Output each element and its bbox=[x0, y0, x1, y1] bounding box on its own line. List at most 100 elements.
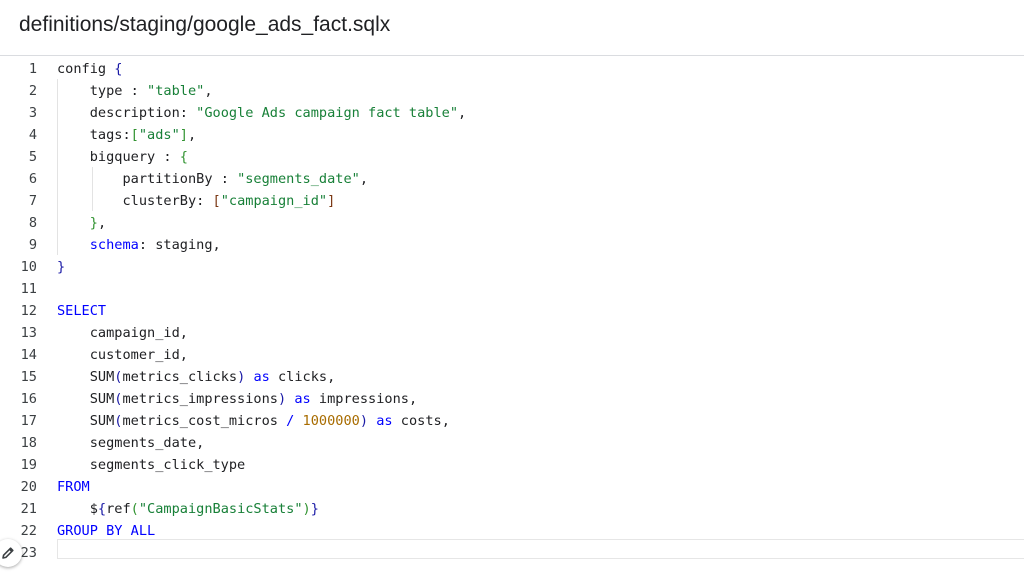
code-token: : bbox=[196, 193, 213, 209]
code-line[interactable]: 5 bigquery : { bbox=[0, 146, 1024, 168]
code-token: segments_click_type bbox=[57, 457, 246, 473]
code-token: config bbox=[57, 61, 115, 77]
code-token: as bbox=[294, 391, 311, 407]
code-line[interactable]: 23 bbox=[0, 542, 1024, 564]
code-token: SUM bbox=[57, 413, 115, 429]
line-number: 19 bbox=[20, 457, 37, 473]
code-token: , bbox=[204, 83, 213, 99]
line-number: 8 bbox=[28, 215, 37, 231]
code-line[interactable]: 6 partitionBy : "segments_date", bbox=[0, 168, 1024, 190]
line-number: 16 bbox=[20, 391, 37, 407]
code-token: "campaign_id" bbox=[220, 193, 328, 209]
line-number: 4 bbox=[28, 127, 37, 143]
line-number: 1 bbox=[28, 61, 37, 77]
code-token: : bbox=[220, 171, 238, 187]
code-token: ] bbox=[179, 127, 188, 143]
code-token: SELECT bbox=[57, 303, 107, 319]
code-token: } bbox=[57, 259, 66, 275]
line-number: 20 bbox=[20, 479, 37, 495]
line-number: 12 bbox=[20, 303, 37, 319]
line-number: 10 bbox=[20, 259, 37, 275]
code-text: GROUP BY ALL bbox=[57, 520, 155, 542]
code-text: SELECT bbox=[57, 300, 106, 322]
code-text: SUM(metrics_cost_micros / 1000000) as co… bbox=[57, 410, 450, 432]
code-editor[interactable]: 1 config {2 type : "table", 3 description:… bbox=[0, 57, 1024, 584]
code-line[interactable]: 19 segments_click_type bbox=[0, 454, 1024, 476]
code-line[interactable]: 1 config { bbox=[0, 58, 1024, 80]
code-token: "Google Ads campaign fact table" bbox=[196, 105, 459, 121]
code-text: partitionBy : "segments_date", bbox=[57, 168, 368, 190]
code-text: SUM(metrics_impressions) as impressions, bbox=[57, 388, 417, 410]
code-text: type : "table", bbox=[57, 80, 213, 102]
code-line[interactable]: 4 tags:["ads"], bbox=[0, 124, 1024, 146]
code-token: SUM bbox=[57, 369, 115, 385]
code-token: , bbox=[187, 127, 197, 143]
code-token: : bbox=[163, 149, 180, 165]
code-token: : bbox=[130, 83, 148, 99]
code-line[interactable]: 21 ${ref("CampaignBasicStats")} bbox=[0, 498, 1024, 520]
code-token: "CampaignBasicStats" bbox=[138, 501, 303, 517]
code-token: clusterBy bbox=[57, 193, 197, 209]
code-line[interactable]: 11 bbox=[0, 278, 1024, 300]
code-line[interactable]: 12 SELECT bbox=[0, 300, 1024, 322]
code-token: SUM bbox=[57, 391, 115, 407]
code-line[interactable]: 10} bbox=[0, 256, 1024, 278]
code-token: { bbox=[97, 501, 107, 517]
code-token: segments_date, bbox=[57, 435, 205, 451]
code-token: [ bbox=[130, 127, 139, 143]
code-token: } bbox=[89, 215, 98, 231]
line-number: 9 bbox=[28, 237, 37, 253]
code-text: segments_click_type bbox=[57, 454, 246, 476]
line-number: 3 bbox=[28, 105, 37, 121]
code-line[interactable]: 13 campaign_id, bbox=[0, 322, 1024, 344]
code-token: costs, bbox=[392, 413, 450, 429]
code-token: ) bbox=[302, 501, 311, 517]
code-token: bigquery bbox=[57, 149, 164, 165]
more-actions-icon[interactable]: ⋮ bbox=[1018, 20, 1024, 40]
code-token: description bbox=[57, 105, 180, 121]
code-text: FROM bbox=[57, 476, 90, 498]
code-line[interactable]: 20 FROM bbox=[0, 476, 1024, 498]
code-token: "segments_date" bbox=[237, 171, 360, 187]
code-line[interactable]: 14 customer_id, bbox=[0, 344, 1024, 366]
code-token: , bbox=[97, 215, 107, 231]
code-token: schema bbox=[89, 237, 139, 253]
code-token: metrics_cost_micros bbox=[122, 413, 287, 429]
code-line[interactable]: 15 SUM(metrics_clicks) as clicks, bbox=[0, 366, 1024, 388]
code-token: "ads" bbox=[138, 127, 180, 143]
line-number: 6 bbox=[28, 171, 37, 187]
line-number: 18 bbox=[20, 435, 37, 451]
code-line[interactable]: 16 SUM(metrics_impressions) as impressio… bbox=[0, 388, 1024, 410]
code-token: partitionBy bbox=[57, 171, 221, 187]
line-number: 11 bbox=[20, 281, 37, 297]
code-line[interactable]: 2 type : "table", bbox=[0, 80, 1024, 102]
code-token: as bbox=[253, 369, 270, 385]
code-token: : bbox=[179, 105, 197, 121]
code-token: clicks, bbox=[269, 369, 336, 385]
code-token: ref bbox=[106, 501, 131, 517]
code-text: tags:["ads"], bbox=[57, 124, 196, 146]
code-line[interactable]: 3 description: "Google Ads campaign fact… bbox=[0, 102, 1024, 124]
code-token: : bbox=[122, 127, 131, 143]
code-line[interactable]: 18 segments_date, bbox=[0, 432, 1024, 454]
file-path-title: definitions/staging/google_ads_fact.sqlx bbox=[19, 13, 391, 36]
code-line[interactable]: 17 SUM(metrics_cost_micros / 1000000) as… bbox=[0, 410, 1024, 432]
pencil-icon bbox=[2, 547, 14, 559]
code-token: impressions, bbox=[310, 391, 418, 407]
code-line[interactable]: 8 }, bbox=[0, 212, 1024, 234]
code-text: description: "Google Ads campaign fact t… bbox=[57, 102, 467, 124]
line-number: 5 bbox=[28, 149, 37, 165]
code-line[interactable]: 22 GROUP BY ALL bbox=[0, 520, 1024, 542]
code-line[interactable]: 7 clusterBy: ["campaign_id"] bbox=[0, 190, 1024, 212]
code-token: ) bbox=[359, 413, 369, 429]
code-token: GROUP BY ALL bbox=[57, 523, 156, 539]
code-token: campaign_id, bbox=[57, 325, 188, 341]
code-text: SUM(metrics_clicks) as clicks, bbox=[57, 366, 336, 388]
line-number: 15 bbox=[20, 369, 37, 385]
code-line[interactable]: 9 schema: staging, bbox=[0, 234, 1024, 256]
line-number: 14 bbox=[20, 347, 37, 363]
code-text: segments_date, bbox=[57, 432, 205, 454]
